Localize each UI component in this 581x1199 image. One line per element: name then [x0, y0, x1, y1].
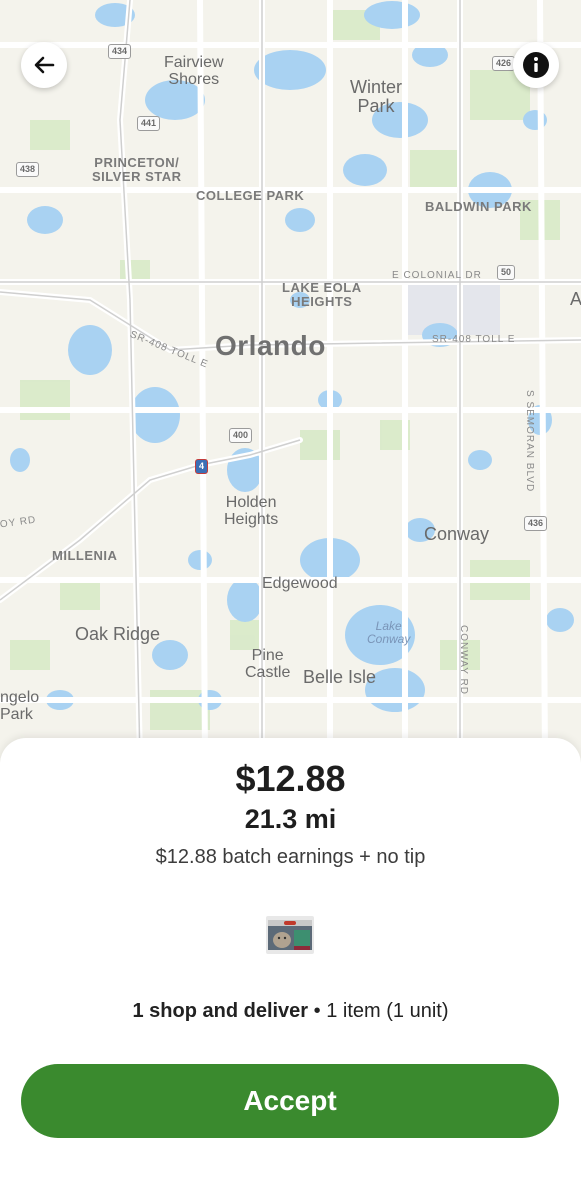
water-label-lake-conway: Lake Conway — [367, 619, 411, 646]
place-label-lake-eola-heights: LAKE EOLA HEIGHTS — [282, 280, 362, 309]
offer-distance: 21.3 mi — [244, 804, 337, 834]
route-shield-438: 438 — [16, 162, 40, 177]
arrow-left-icon — [34, 56, 55, 74]
route-shield-426: 426 — [492, 56, 516, 71]
place-label-belle-isle: Belle Isle — [303, 667, 377, 687]
place-label-winter-park: Winter Park — [350, 77, 403, 116]
place-label-edgewood: Edgewood — [262, 575, 338, 592]
route-shield-434: 434 — [108, 44, 132, 59]
map-view[interactable]: Fairview Shores Winter Park PRINCETON/SILV… — [0, 0, 581, 760]
place-label-angelo-park: ngelo Park — [0, 689, 40, 723]
place-label-princeton-silver-star: PRINCETON/SILVER STAR — [92, 155, 182, 184]
info-button[interactable] — [513, 42, 559, 88]
route-shield-50: 50 — [497, 265, 516, 280]
back-button[interactable] — [21, 42, 67, 88]
offer-summary-type: 1 shop and deliver — [132, 1000, 309, 1022]
place-label-fairview-shores: Fairview Shores — [164, 54, 224, 88]
route-shield-4: 4 — [195, 459, 209, 474]
route-shield-400: 400 — [229, 428, 253, 443]
offer-price: $12.88 — [235, 758, 346, 799]
place-label-holden-heights: Holden Heights — [224, 494, 279, 528]
cat-food-product-image — [266, 916, 314, 954]
road-label-s-semoran-blvd: S SEMORAN BLVD — [524, 390, 535, 493]
road-label-conway-rd: CONWAY RD — [458, 625, 469, 695]
place-label-college-park: COLLEGE PARK — [196, 188, 305, 203]
place-label-orlando: Orlando — [215, 330, 326, 361]
offer-summary: 1 shop and deliver • 1 item (1 unit) — [0, 1000, 581, 1023]
offer-summary-separator: • — [313, 1000, 321, 1022]
place-label-conway: Conway — [424, 524, 490, 544]
place-label-oak-ridge: Oak Ridge — [75, 624, 161, 644]
offer-earnings-breakdown: $12.88 batch earnings + no tip — [155, 846, 426, 868]
place-label-edge-a: A — [570, 289, 581, 309]
place-label-pine-castle: Pine Castle — [245, 647, 291, 681]
info-icon — [523, 52, 549, 78]
route-shield-436: 436 — [524, 516, 548, 531]
place-label-baldwin-park: BALDWIN PARK — [425, 199, 532, 214]
map-graphics — [0, 0, 581, 760]
offer-summary-items: 1 item (1 unit) — [326, 1000, 449, 1022]
road-label-e-colonial-dr: E COLONIAL DR — [392, 270, 482, 281]
route-shield-441: 441 — [137, 116, 161, 131]
accept-button[interactable]: Accept — [21, 1064, 559, 1138]
offer-sheet: $12.88 21.3 mi $12.88 batch earnings + n… — [0, 738, 581, 1199]
road-label-sr408-east: SR-408 TOLL E — [432, 334, 516, 345]
place-label-millenia: MILLENIA — [52, 548, 118, 563]
